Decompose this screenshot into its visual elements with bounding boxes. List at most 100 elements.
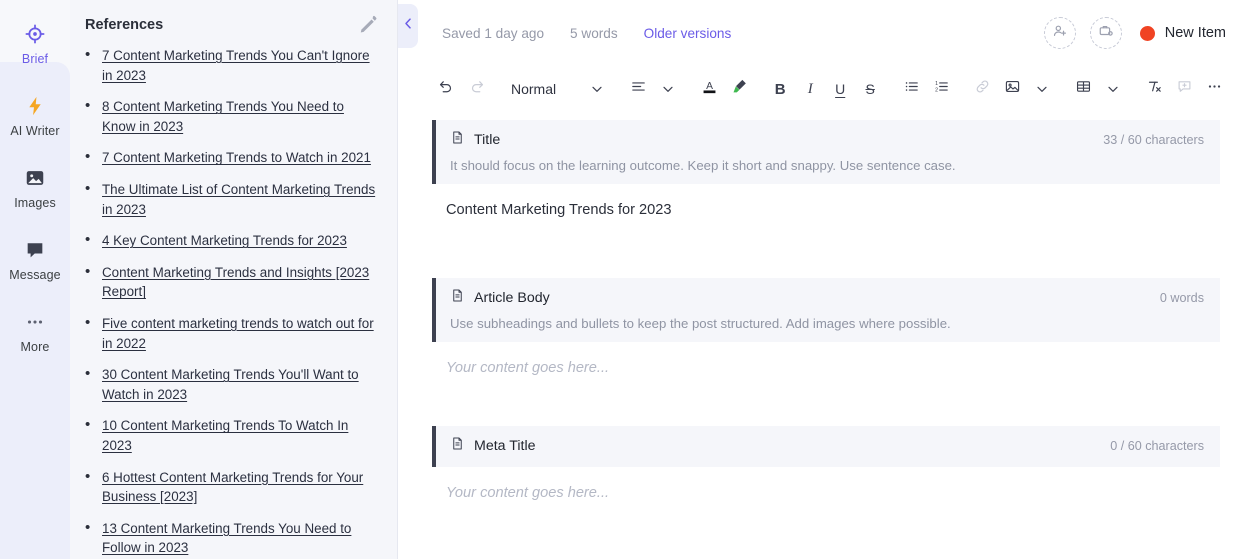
align-chevron-button[interactable]: [654, 74, 682, 104]
insert-image-button[interactable]: [998, 74, 1026, 104]
section-name: Article Body: [474, 290, 550, 306]
redo-button[interactable]: [462, 74, 490, 104]
reference-link[interactable]: 7 Content Marketing Trends to Watch in 2…: [102, 150, 371, 165]
older-versions-link[interactable]: Older versions: [644, 26, 732, 41]
bold-button[interactable]: B: [766, 74, 794, 104]
sidebar-item-more[interactable]: More: [0, 296, 70, 368]
reference-link[interactable]: The Ultimate List of Content Marketing T…: [102, 182, 375, 217]
list-item: Five content marketing trends to watch o…: [85, 313, 381, 353]
insert-link-button[interactable]: [968, 74, 996, 104]
reference-link[interactable]: 30 Content Marketing Trends You'll Want …: [102, 367, 359, 402]
bold-icon: B: [774, 80, 786, 98]
more-options-icon: [1206, 78, 1223, 100]
section-hint: Use subheadings and bullets to keep the …: [450, 316, 951, 331]
sidebar-item-label: Images: [14, 195, 56, 210]
strikethrough-button[interactable]: S: [856, 74, 884, 104]
list-item: 6 Hottest Content Marketing Trends for Y…: [85, 466, 381, 507]
sidebar-item-brief[interactable]: Brief: [0, 8, 70, 80]
more-options-button[interactable]: [1200, 74, 1228, 104]
numbered-list-button[interactable]: 1 2: [927, 74, 955, 104]
sidebar-item-message[interactable]: Message: [0, 224, 70, 296]
svg-text:1: 1: [935, 81, 938, 87]
reference-link[interactable]: 8 Content Marketing Trends You Need to K…: [102, 99, 344, 134]
text-style-chevron-button[interactable]: [583, 74, 611, 104]
app-root: Brief AI Writer Images Message More Refe…: [0, 0, 1246, 559]
article-body-input[interactable]: Your content goes here...: [432, 342, 1220, 376]
chevron-down-icon: [1105, 81, 1121, 97]
text-style-dropdown[interactable]: Normal: [503, 74, 581, 104]
section-header: Meta Title 0 / 60 characters: [432, 426, 1220, 467]
list-item: 10 Content Marketing Trends To Watch In …: [85, 415, 381, 455]
list-item: 7 Content Marketing Trends to Watch in 2…: [85, 147, 381, 168]
title-input[interactable]: Content Marketing Trends for 2023: [432, 184, 1220, 218]
document-word-count: 5 words: [570, 25, 618, 41]
strikethrough-icon: S: [865, 81, 875, 97]
underline-button[interactable]: U: [826, 74, 854, 104]
section-header-row: Article Body 0 words: [450, 288, 1204, 308]
document-icon: [450, 130, 465, 150]
link-icon: [974, 78, 991, 100]
reference-link[interactable]: 4 Key Content Marketing Trends for 2023: [102, 233, 347, 248]
chevron-down-icon: [1034, 81, 1050, 97]
references-title: References: [85, 17, 164, 33]
collapse-panel-button[interactable]: [398, 4, 418, 48]
add-brief-button[interactable]: [1089, 17, 1122, 49]
section-counter: 0 words: [1159, 291, 1204, 305]
references-list: 7 Content Marketing Trends You Can't Ign…: [70, 45, 397, 558]
insert-table-button[interactable]: [1069, 74, 1097, 104]
svg-text:A: A: [706, 81, 713, 92]
list-item: 8 Content Marketing Trends You Need to K…: [85, 96, 381, 136]
section-name: Title: [474, 132, 501, 148]
list-item: 30 Content Marketing Trends You'll Want …: [85, 364, 381, 404]
bullet-list-icon: [903, 78, 920, 100]
sidebar-item-images[interactable]: Images: [0, 152, 70, 224]
clear-formatting-button[interactable]: [1140, 74, 1168, 104]
reference-link[interactable]: 13 Content Marketing Trends You Need to …: [102, 521, 351, 556]
table-icon: [1075, 78, 1092, 100]
add-comment-button[interactable]: [1170, 74, 1198, 104]
ellipsis-icon: [24, 311, 46, 333]
align-left-icon: [630, 78, 647, 100]
italic-icon: I: [807, 80, 813, 97]
highlight-button[interactable]: [725, 74, 753, 104]
image-icon: [1004, 78, 1021, 100]
new-item-button[interactable]: New Item: [1139, 25, 1226, 41]
document-area: Title 33 / 60 characters It should focus…: [398, 112, 1246, 559]
text-style-value: Normal: [510, 81, 557, 97]
italic-button[interactable]: I: [796, 74, 824, 104]
formatting-toolbar: Normal A B I U S 1 2: [398, 66, 1246, 112]
sidebar-item-label: AI Writer: [10, 123, 60, 138]
svg-text:2: 2: [935, 88, 938, 94]
save-status: Saved 1 day ago: [442, 25, 545, 41]
redo-icon: [468, 78, 485, 100]
image-chevron-button[interactable]: [1028, 74, 1056, 104]
chevron-left-icon: [401, 16, 416, 36]
target-icon: [24, 23, 46, 45]
reference-link[interactable]: 10 Content Marketing Trends To Watch In …: [102, 418, 348, 453]
undo-button[interactable]: [432, 74, 460, 104]
section-header: Article Body 0 words Use subheadings and…: [432, 278, 1220, 342]
reference-link[interactable]: 7 Content Marketing Trends You Can't Ign…: [102, 48, 370, 83]
undo-icon: [438, 78, 455, 100]
editor-column: Saved 1 day ago 5 words Older versions N…: [398, 0, 1246, 559]
reference-link[interactable]: 6 Hottest Content Marketing Trends for Y…: [102, 470, 363, 505]
add-person-button[interactable]: [1043, 17, 1076, 49]
section-counter: 33 / 60 characters: [1103, 133, 1204, 147]
section-header: Title 33 / 60 characters It should focus…: [432, 120, 1220, 184]
align-button[interactable]: [624, 74, 652, 104]
table-chevron-button[interactable]: [1099, 74, 1127, 104]
references-header: References: [70, 0, 397, 46]
reference-link[interactable]: Content Marketing Trends and Insights [2…: [102, 265, 369, 300]
add-comment-icon: [1176, 78, 1193, 100]
document-icon: [450, 288, 465, 308]
section-title: Title 33 / 60 characters It should focus…: [432, 120, 1220, 218]
text-color-button[interactable]: A: [695, 74, 723, 104]
reference-link[interactable]: Five content marketing trends to watch o…: [102, 316, 374, 351]
text-color-icon: A: [700, 77, 719, 101]
bullet-list-button[interactable]: [897, 74, 925, 104]
meta-title-input[interactable]: Your content goes here...: [432, 467, 1220, 501]
section-counter: 0 / 60 characters: [1110, 439, 1204, 453]
chevron-down-icon: [589, 81, 605, 97]
pencil-icon[interactable]: [357, 14, 379, 36]
sidebar-item-ai-writer[interactable]: AI Writer: [0, 80, 70, 152]
